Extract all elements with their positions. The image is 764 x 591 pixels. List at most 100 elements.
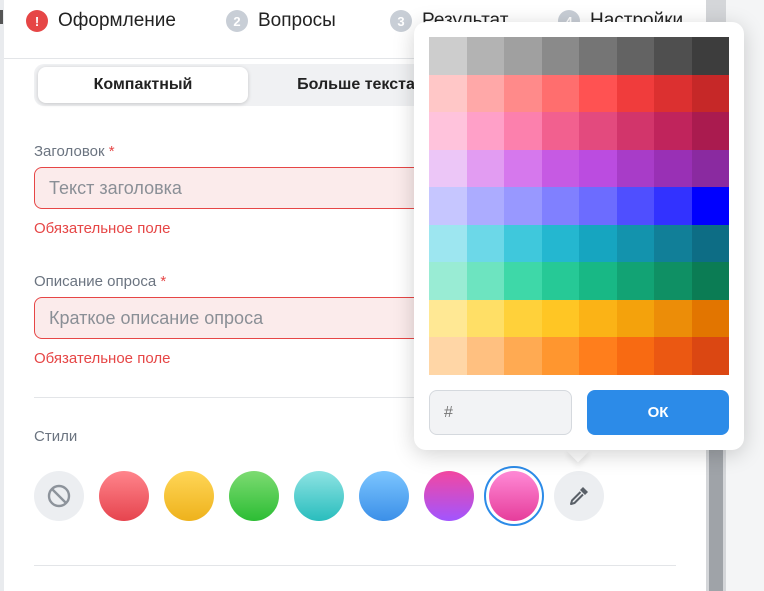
scrollbar-thumb[interactable]: [709, 440, 723, 591]
palette-color-cell[interactable]: [429, 337, 467, 375]
palette-color-cell[interactable]: [579, 187, 617, 225]
required-mark: *: [160, 273, 167, 290]
palette-color-cell[interactable]: [579, 224, 617, 263]
palette-color-cell[interactable]: [691, 187, 729, 225]
palette-color-cell[interactable]: [429, 37, 467, 75]
palette-color-cell[interactable]: [541, 74, 579, 113]
palette-color-cell[interactable]: [429, 112, 467, 150]
palette-color-cell[interactable]: [466, 224, 504, 263]
palette-color-cell[interactable]: [541, 187, 579, 225]
palette-color-cell[interactable]: [616, 37, 654, 75]
palette-color-cell[interactable]: [466, 187, 504, 225]
ok-button[interactable]: ОК: [587, 390, 729, 435]
description-placeholder: Краткое описание опроса: [49, 307, 264, 328]
palette-color-cell[interactable]: [504, 262, 542, 300]
palette-color-cell[interactable]: [616, 299, 654, 338]
style-yellow-swatch[interactable]: [164, 471, 214, 521]
palette-color-cell[interactable]: [691, 337, 729, 375]
palette-color-cell[interactable]: [654, 149, 692, 188]
styles-label: Стили: [34, 428, 78, 445]
palette-color-cell[interactable]: [691, 37, 729, 75]
palette-color-cell[interactable]: [654, 112, 692, 150]
style-red-swatch[interactable]: [99, 471, 149, 521]
palette-color-cell[interactable]: [429, 149, 467, 188]
error-icon: !: [26, 10, 48, 32]
palette-color-cell[interactable]: [616, 74, 654, 113]
palette-color-cell[interactable]: [691, 112, 729, 150]
title-error: Обязательное поле: [34, 220, 171, 237]
custom-color-swatch[interactable]: [554, 471, 604, 521]
layout-compact-button[interactable]: Компактный: [38, 67, 248, 103]
palette-color-cell[interactable]: [541, 112, 579, 150]
palette-color-cell[interactable]: [691, 74, 729, 113]
palette-color-cell[interactable]: [504, 149, 542, 188]
style-teal-swatch[interactable]: [294, 471, 344, 521]
palette-color-cell[interactable]: [616, 224, 654, 263]
palette-color-cell[interactable]: [579, 112, 617, 150]
palette-color-cell[interactable]: [691, 262, 729, 300]
palette-color-cell[interactable]: [616, 337, 654, 375]
palette-color-cell[interactable]: [541, 224, 579, 263]
palette-color-cell[interactable]: [654, 74, 692, 113]
palette-color-cell[interactable]: [429, 187, 467, 225]
palette-color-cell[interactable]: [579, 149, 617, 188]
palette-color-cell[interactable]: [691, 299, 729, 338]
palette-color-cell[interactable]: [504, 112, 542, 150]
description-error: Обязательное поле: [34, 350, 171, 367]
palette-color-cell[interactable]: [654, 187, 692, 225]
palette-color-cell[interactable]: [654, 337, 692, 375]
style-green-swatch[interactable]: [229, 471, 279, 521]
palette-color-cell[interactable]: [579, 37, 617, 75]
palette-color-cell[interactable]: [616, 187, 654, 225]
palette-color-cell[interactable]: [616, 149, 654, 188]
palette-color-cell[interactable]: [429, 224, 467, 263]
palette-color-cell[interactable]: [429, 262, 467, 300]
palette-color-cell[interactable]: [579, 74, 617, 113]
palette-color-cell[interactable]: [504, 224, 542, 263]
palette-color-cell[interactable]: [466, 262, 504, 300]
palette-color-cell[interactable]: [466, 149, 504, 188]
palette-color-cell[interactable]: [654, 262, 692, 300]
palette-color-cell[interactable]: [541, 149, 579, 188]
palette-color-cell[interactable]: [429, 74, 467, 113]
palette-color-cell[interactable]: [429, 299, 467, 338]
edge-mark: [0, 10, 3, 24]
palette-color-cell[interactable]: [616, 112, 654, 150]
palette-color-cell[interactable]: [616, 262, 654, 300]
palette-color-cell[interactable]: [504, 187, 542, 225]
palette-color-cell[interactable]: [654, 299, 692, 338]
palette-color-cell[interactable]: [504, 74, 542, 113]
step-number: 3: [390, 10, 412, 32]
palette-color-cell[interactable]: [541, 299, 579, 338]
palette-color-cell[interactable]: [579, 337, 617, 375]
palette-color-cell[interactable]: [691, 224, 729, 263]
palette-color-cell[interactable]: [504, 299, 542, 338]
style-purple-swatch[interactable]: [424, 471, 474, 521]
palette-color-cell[interactable]: [541, 37, 579, 75]
step-number: 2: [226, 10, 248, 32]
title-label: Заголовок *: [34, 143, 115, 160]
title-placeholder: Текст заголовка: [49, 177, 182, 198]
required-mark: *: [108, 143, 115, 160]
palette-color-cell[interactable]: [691, 149, 729, 188]
description-label: Описание опроса *: [34, 273, 167, 290]
palette-color-cell[interactable]: [466, 112, 504, 150]
palette-color-cell[interactable]: [654, 224, 692, 263]
step-design[interactable]: ! Оформление: [26, 9, 176, 33]
palette-color-cell[interactable]: [654, 37, 692, 75]
style-pink-swatch[interactable]: [484, 466, 544, 526]
palette-color-cell[interactable]: [541, 262, 579, 300]
palette-color-cell[interactable]: [466, 299, 504, 338]
palette-color-cell[interactable]: [579, 262, 617, 300]
palette-color-cell[interactable]: [579, 299, 617, 338]
step-questions[interactable]: 2 Вопросы: [226, 9, 336, 33]
palette-color-cell[interactable]: [466, 37, 504, 75]
palette-color-cell[interactable]: [504, 337, 542, 375]
palette-color-cell[interactable]: [541, 337, 579, 375]
hex-color-input[interactable]: [429, 390, 572, 435]
palette-color-cell[interactable]: [466, 337, 504, 375]
style-none-swatch[interactable]: [34, 471, 84, 521]
palette-color-cell[interactable]: [466, 74, 504, 113]
palette-color-cell[interactable]: [504, 37, 542, 75]
style-blue-swatch[interactable]: [359, 471, 409, 521]
